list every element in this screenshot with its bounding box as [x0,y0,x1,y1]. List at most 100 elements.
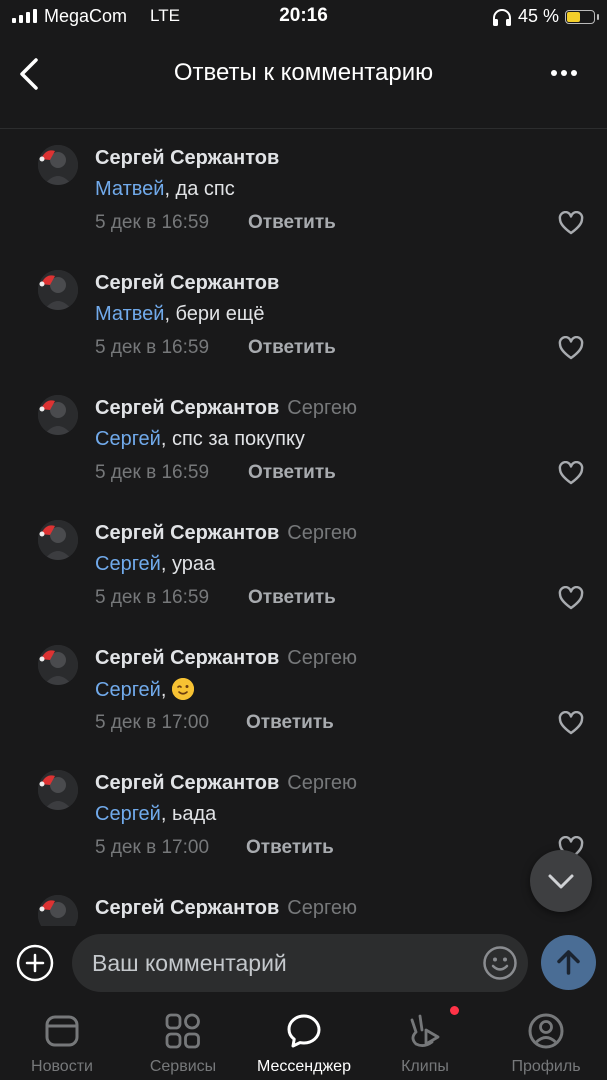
tab-messenger[interactable]: Мессенджер [244,1000,364,1080]
services-icon [165,1013,200,1049]
avatar[interactable] [38,520,78,560]
tab-clips[interactable]: Клипы [365,1000,485,1080]
comment-author[interactable]: Сергей Сержантов [95,147,279,169]
reply-button[interactable]: Ответить [248,462,336,484]
plus-circle-icon [16,944,54,982]
like-button[interactable] [558,710,584,735]
comment-time: 5 дек в 17:00 [95,837,210,858]
avatar[interactable] [38,395,78,435]
comment-body: , спс за покупку [160,428,305,450]
reply-to-name[interactable]: Сергею [287,897,357,919]
tab-label: Сервисы [149,1058,217,1075]
comment-body: , ьада [160,803,217,825]
comment-author-line: Сергей Сержантов [95,147,279,170]
comment-body: , [160,679,172,701]
news-icon [45,1015,79,1047]
comment-mention[interactable]: Сергей [95,679,161,701]
emoji-button[interactable] [482,945,518,981]
comment-author[interactable]: Сергей Сержантов [95,897,279,919]
comment-composer [0,926,607,1000]
tab-profile[interactable]: Профиль [486,1000,606,1080]
comment-text: Сергей, ураа [95,553,215,576]
comment-author-line: Сергей Сержантов [95,272,279,295]
tab-label: Мессенджер [257,1058,351,1075]
avatar-image [38,395,78,435]
comment-mention[interactable]: Матвей [95,303,164,325]
tab-news[interactable]: Новости [2,1000,122,1080]
heart-icon [558,585,584,610]
comment-time: 5 дек в 16:59 [95,337,210,358]
like-button[interactable] [558,585,584,610]
reply-to-name[interactable]: Сергею [287,647,357,669]
battery-percent: 45 % [517,6,559,26]
scroll-down-button[interactable] [530,850,592,912]
arrow-up-icon [557,950,580,975]
comment-author-line: Сергей Сержантов Сергею [95,897,357,920]
heart-icon [558,460,584,485]
like-button[interactable] [558,460,584,485]
comment-text: Матвей, да спс [95,178,235,201]
avatar-image [38,770,78,810]
reply-button[interactable]: Ответить [248,587,336,609]
comment-list[interactable]: Сергей Сержантов Матвей, да спс 5 дек в … [0,129,607,926]
comment-author-line: Сергей Сержантов Сергею [95,647,357,670]
comment-author-line: Сергей Сержантов Сергею [95,397,357,420]
tab-label: Новости [31,1058,93,1075]
comment-item: Сергей Сержантов Матвей, да спс 5 дек в … [0,129,607,254]
avatar-image [38,520,78,560]
more-options-button[interactable] [551,70,577,76]
avatar[interactable] [38,270,78,310]
comment-body: , ураа [160,553,216,575]
heart-icon [558,335,584,360]
heart-icon [558,710,584,735]
comment-author[interactable]: Сергей Сержантов [95,772,279,794]
comment-mention[interactable]: Сергей [95,803,161,825]
header: Ответы к комментарию [0,34,607,129]
tab-services[interactable]: Сервисы [123,1000,243,1080]
comment-body: , бери ещё [164,303,265,325]
status-right: 45 % [492,6,599,27]
avatar[interactable] [38,145,78,185]
chevron-down-icon [548,874,574,889]
comment-author[interactable]: Сергей Сержантов [95,272,279,294]
comment-body: , да спс [164,178,235,200]
reply-button[interactable]: Ответить [248,212,336,234]
smile-icon [483,946,517,980]
comment-mention[interactable]: Сергей [95,553,161,575]
page-title: Ответы к комментарию [173,59,434,86]
comment-author[interactable]: Сергей Сержантов [95,647,279,669]
comment-text: Сергей, ьада [95,803,216,826]
comment-mention[interactable]: Матвей [95,178,164,200]
send-button[interactable] [541,935,596,990]
comment-item: Сергей Сержантов Сергею Сергей, ураа 5 де… [0,504,607,629]
attach-button[interactable] [16,944,54,982]
reply-to-name[interactable]: Сергею [287,522,357,544]
avatar-image [38,895,78,926]
comment-time: 5 дек в 16:59 [95,587,210,608]
comment-input[interactable] [72,934,528,992]
avatar-image [38,270,78,310]
messenger-icon [287,1014,321,1048]
tab-bar: Новости Сервисы Мессенджер Клипы Профиль [0,1000,607,1080]
comment-author[interactable]: Сергей Сержантов [95,522,279,544]
avatar[interactable] [38,770,78,810]
reply-to-name[interactable]: Сергею [287,397,357,419]
headphones-icon [492,8,511,26]
reply-button[interactable]: Ответить [248,337,336,359]
clips-icon [410,1014,440,1047]
comment-mention[interactable]: Сергей [95,428,161,450]
comment-author[interactable]: Сергей Сержантов [95,397,279,419]
reply-button[interactable]: Ответить [246,837,334,859]
notification-badge [450,1006,459,1015]
comment-item: Сергей Сержантов Сергею Сергей, спс за по… [0,379,607,504]
avatar-image [38,145,78,185]
avatar[interactable] [38,895,78,926]
comment-text: Матвей, бери ещё [95,303,264,326]
avatar[interactable] [38,645,78,685]
reply-to-name[interactable]: Сергею [287,772,357,794]
battery-icon [565,9,599,24]
like-button[interactable] [558,335,584,360]
reply-button[interactable]: Ответить [246,712,334,734]
heart-icon [558,210,584,235]
like-button[interactable] [558,210,584,235]
